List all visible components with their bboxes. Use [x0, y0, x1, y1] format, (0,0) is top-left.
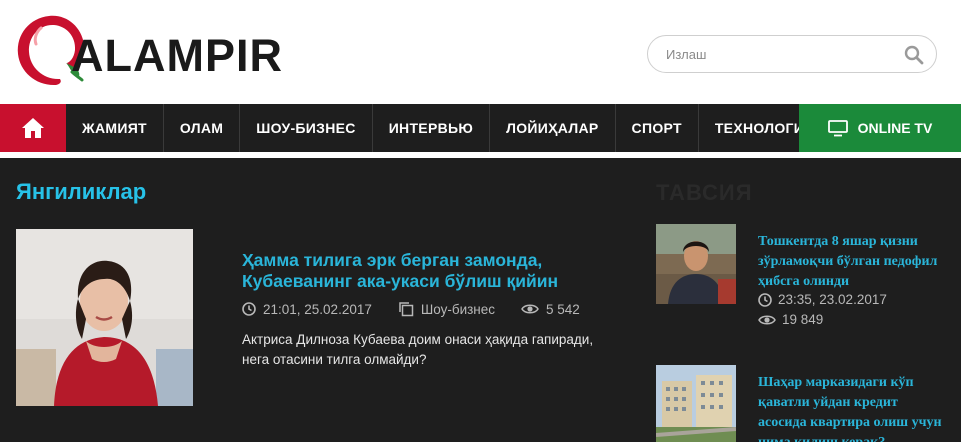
article-meta: 21:01, 25.02.2017 Шоу-бизнес 5 542 [242, 300, 606, 318]
nav-item-society[interactable]: ЖАМИЯТ [66, 104, 164, 152]
sidebar-views-text: 19 849 [782, 312, 824, 327]
tv-icon [827, 119, 848, 136]
logo-text: ALAMPIR [71, 30, 283, 81]
nav-items: ЖАМИЯТ ОЛАМ ШОУ-БИЗНЕС ИНТЕРВЬЮ ЛОЙИҲАЛА… [66, 104, 799, 152]
nav-item-technology[interactable]: ТЕХНОЛОГИЯ [699, 104, 799, 152]
section-title: Янгиликлар [16, 179, 147, 204]
article-excerpt: Актриса Дилноза Кубаева доим онаси ҳақид… [242, 332, 594, 367]
nav-item-interview[interactable]: ИНТЕРВЬЮ [373, 104, 491, 152]
sidebar-item-image[interactable] [656, 365, 736, 442]
search-icon[interactable] [904, 45, 924, 65]
sidebar-time-text: 23:35, 23.02.2017 [778, 292, 887, 307]
eye-icon [521, 304, 539, 314]
sidebar-item-title[interactable]: Шаҳар марказидаги кўп қаватли уйдан кред… [758, 373, 948, 442]
nav-item-sport[interactable]: СПОРТ [616, 104, 699, 152]
article-title-link[interactable]: Ҳамма тилига эрк берган замонда, Кубаева… [242, 250, 622, 292]
nav-item-world[interactable]: ОЛАМ [164, 104, 241, 152]
clock-icon [242, 302, 256, 316]
site-header: ALAMPIR [0, 0, 961, 104]
sidebar-photo [656, 224, 736, 304]
online-tv-label: ONLINE TV [857, 120, 933, 136]
sidebar-item-time: 23:35, 23.02.2017 [758, 292, 887, 307]
search-input[interactable] [666, 45, 896, 63]
home-icon [22, 118, 44, 138]
sidebar-item[interactable]: Шаҳар марказидаги кўп қаватли уйдан кред… [656, 365, 956, 442]
nav-item-show-business[interactable]: ШОУ-БИЗНЕС [240, 104, 373, 152]
article-photo [16, 229, 193, 406]
clock-icon [758, 292, 772, 307]
nav-item-projects[interactable]: ЛОЙИҲАЛАР [490, 104, 616, 152]
main-content: Янгиликлар ТАВСИЯ Ҳамма тилига эрк берга… [0, 158, 961, 442]
copy-icon [399, 302, 414, 317]
sidebar-item-title[interactable]: Тошкентда 8 яшар қизни зўрламоқчи бўлган… [758, 232, 948, 292]
sidebar-photo [656, 365, 736, 442]
sidebar-item-image[interactable] [656, 224, 736, 304]
site-logo[interactable]: ALAMPIR [14, 12, 284, 88]
sidebar-item[interactable]: Тошкентда 8 яшар қизни зўрламоқчи бўлган… [656, 224, 956, 327]
main-nav: ЖАМИЯТ ОЛАМ ШОУ-БИЗНЕС ИНТЕРВЬЮ ЛОЙИҲАЛА… [0, 104, 961, 152]
article-views: 5 542 [546, 301, 580, 317]
article-category-link[interactable]: Шоу-бизнес [421, 302, 495, 317]
nav-home-button[interactable] [0, 104, 66, 152]
sidebar-title: ТАВСИЯ [656, 180, 753, 205]
search-box [647, 35, 937, 73]
online-tv-button[interactable]: ONLINE TV [799, 104, 961, 152]
sidebar-item-views: 19 849 [758, 312, 823, 327]
article-time: 21:01, 25.02.2017 [263, 301, 372, 317]
article-image[interactable] [16, 229, 193, 406]
eye-icon [758, 315, 776, 324]
